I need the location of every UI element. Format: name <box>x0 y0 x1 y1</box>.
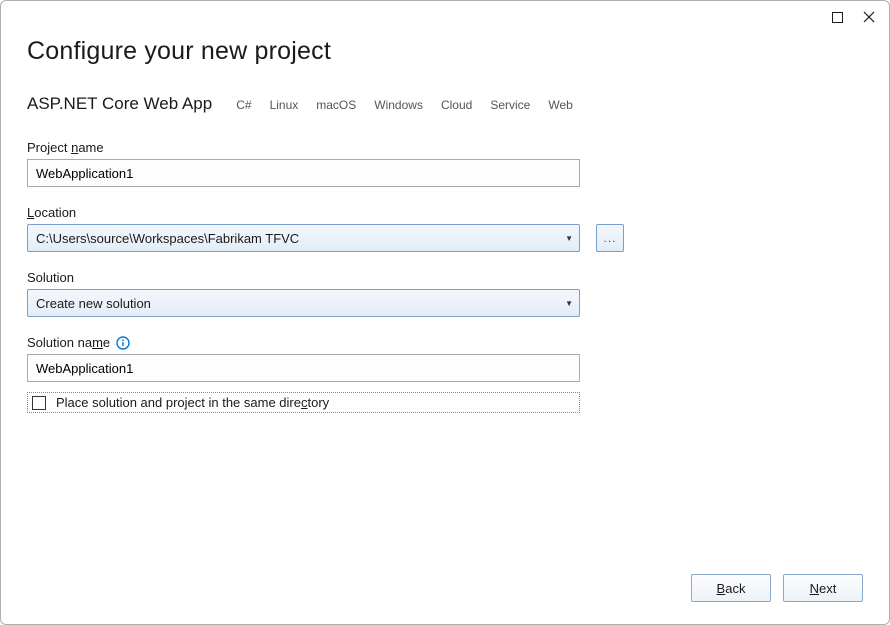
location-value: C:\Users\source\Workspaces\Fabrikam TFVC <box>36 231 299 246</box>
info-icon <box>116 336 130 350</box>
template-tag: Service <box>490 98 530 112</box>
template-tag: macOS <box>316 98 356 112</box>
chevron-down-icon: ▼ <box>565 234 573 243</box>
checkbox-icon <box>32 396 46 410</box>
same-directory-label: Place solution and project in the same d… <box>56 395 329 410</box>
template-tag: C# <box>236 98 251 112</box>
template-name: ASP.NET Core Web App <box>27 94 212 114</box>
template-tag: Linux <box>270 98 299 112</box>
project-name-input[interactable] <box>27 159 580 187</box>
titlebar <box>1 1 889 33</box>
next-button[interactable]: Next <box>783 574 863 602</box>
back-button[interactable]: Back <box>691 574 771 602</box>
location-dropdown[interactable]: C:\Users\source\Workspaces\Fabrikam TFVC… <box>27 224 580 252</box>
solution-dropdown[interactable]: Create new solution ▼ <box>27 289 580 317</box>
template-tag: Windows <box>374 98 423 112</box>
template-tag: Web <box>548 98 572 112</box>
location-label: Location <box>27 205 863 220</box>
solution-label: Solution <box>27 270 863 285</box>
template-tag: Cloud <box>441 98 472 112</box>
chevron-down-icon: ▼ <box>565 299 573 308</box>
project-name-label: Project name <box>27 140 863 155</box>
solution-value: Create new solution <box>36 296 151 311</box>
browse-button[interactable]: ... <box>596 224 624 252</box>
same-directory-checkbox-row[interactable]: Place solution and project in the same d… <box>27 392 580 413</box>
dialog-window: Configure your new project ASP.NET Core … <box>0 0 890 625</box>
template-row: ASP.NET Core Web App C# Linux macOS Wind… <box>27 94 863 114</box>
content-area: Configure your new project ASP.NET Core … <box>1 33 889 574</box>
page-title: Configure your new project <box>27 37 863 66</box>
maximize-icon[interactable] <box>829 9 845 25</box>
footer: Back Next <box>1 574 889 624</box>
project-name-group: Project name <box>27 140 863 187</box>
solution-group: Solution Create new solution ▼ <box>27 270 863 317</box>
close-icon[interactable] <box>861 9 877 25</box>
solution-name-label: Solution name <box>27 335 863 350</box>
location-group: Location C:\Users\source\Workspaces\Fabr… <box>27 205 863 252</box>
solution-name-group: Solution name Place solution and project… <box>27 335 863 413</box>
solution-name-input[interactable] <box>27 354 580 382</box>
